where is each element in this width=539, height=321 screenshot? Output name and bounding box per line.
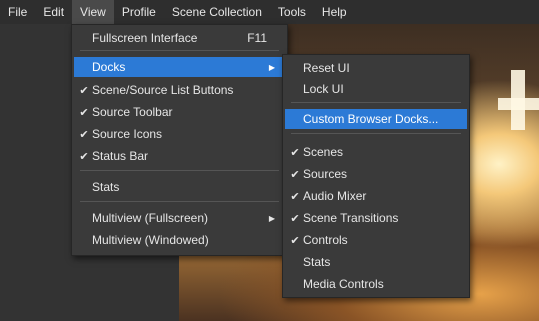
checkmark-icon: ✔ [290,212,300,225]
fullscreen-interface-label: Fullscreen Interface [92,31,198,45]
media-controls-dock-item[interactable]: Media Controls [285,274,467,294]
menu-separator [291,133,461,134]
status-bar-label: Status Bar [92,149,149,163]
source-icons-item[interactable]: ✔ Source Icons [74,124,285,144]
stats-dock-item[interactable]: Stats [285,252,467,272]
checkmark-icon: ✔ [79,106,89,119]
checkmark-icon: ✔ [79,128,89,141]
docks-item[interactable]: Docks ▶ [74,57,285,77]
fullscreen-interface-item[interactable]: Fullscreen Interface F11 [74,28,285,48]
preview-cross-glow-bar [498,98,539,110]
menu-help[interactable]: Help [314,0,355,24]
lock-ui-label: Lock UI [303,82,344,96]
view-menu: Fullscreen Interface F11 Docks ▶ ✔ Scene… [71,24,288,256]
menu-tools[interactable]: Tools [270,0,314,24]
lock-ui-item[interactable]: Lock UI [285,79,467,99]
scenes-dock-label: Scenes [303,145,344,159]
menu-separator [80,201,279,202]
source-toolbar-label: Source Toolbar [92,105,173,119]
media-controls-dock-label: Media Controls [303,277,384,291]
multiview-windowed-item[interactable]: Multiview (Windowed) [74,230,285,250]
custom-browser-docks-item[interactable]: Custom Browser Docks... [285,109,467,129]
scene-source-list-buttons-label: Scene/Source List Buttons [92,83,234,97]
stats-item[interactable]: Stats [74,177,285,197]
menu-separator [80,170,279,171]
menu-file[interactable]: File [0,0,35,24]
checkmark-icon: ✔ [290,190,300,203]
multiview-windowed-label: Multiview (Windowed) [92,233,209,247]
stats-dock-label: Stats [303,255,331,269]
docks-submenu: Reset UI Lock UI Custom Browser Docks...… [282,54,470,298]
audio-mixer-dock-item[interactable]: ✔ Audio Mixer [285,186,467,206]
source-toolbar-item[interactable]: ✔ Source Toolbar [74,102,285,122]
sources-dock-item[interactable]: ✔ Sources [285,164,467,184]
checkmark-icon: ✔ [290,168,300,181]
fullscreen-shortcut: F11 [247,31,267,45]
status-bar-item[interactable]: ✔ Status Bar [74,146,285,166]
scene-transitions-dock-label: Scene Transitions [303,211,399,225]
submenu-arrow-icon: ▶ [268,213,275,223]
checkmark-icon: ✔ [79,150,89,163]
menu-profile[interactable]: Profile [114,0,164,24]
scenes-dock-item[interactable]: ✔ Scenes [285,142,467,162]
docks-label: Docks [92,60,126,74]
source-icons-label: Source Icons [92,127,163,141]
menu-bar: File Edit View Profile Scene Collection … [0,0,539,24]
controls-dock-label: Controls [303,233,348,247]
checkmark-icon: ✔ [79,84,89,97]
menu-separator [80,50,279,51]
stats-label: Stats [92,180,120,194]
submenu-arrow-icon: ▶ [268,62,275,72]
sources-dock-label: Sources [303,167,348,181]
multiview-fullscreen-item[interactable]: Multiview (Fullscreen) ▶ [74,208,285,228]
checkmark-icon: ✔ [290,234,300,247]
menu-scene-collection[interactable]: Scene Collection [164,0,270,24]
scene-transitions-dock-item[interactable]: ✔ Scene Transitions [285,208,467,228]
controls-dock-item[interactable]: ✔ Controls [285,230,467,250]
menu-view[interactable]: View [72,0,114,24]
scene-source-list-buttons-item[interactable]: ✔ Scene/Source List Buttons [74,80,285,100]
audio-mixer-dock-label: Audio Mixer [303,189,367,203]
custom-browser-docks-label: Custom Browser Docks... [303,112,439,126]
menu-edit[interactable]: Edit [35,0,72,24]
multiview-fullscreen-label: Multiview (Fullscreen) [92,211,209,225]
checkmark-icon: ✔ [290,146,300,159]
reset-ui-item[interactable]: Reset UI [285,58,467,78]
menu-separator [291,102,461,103]
reset-ui-label: Reset UI [303,61,350,75]
